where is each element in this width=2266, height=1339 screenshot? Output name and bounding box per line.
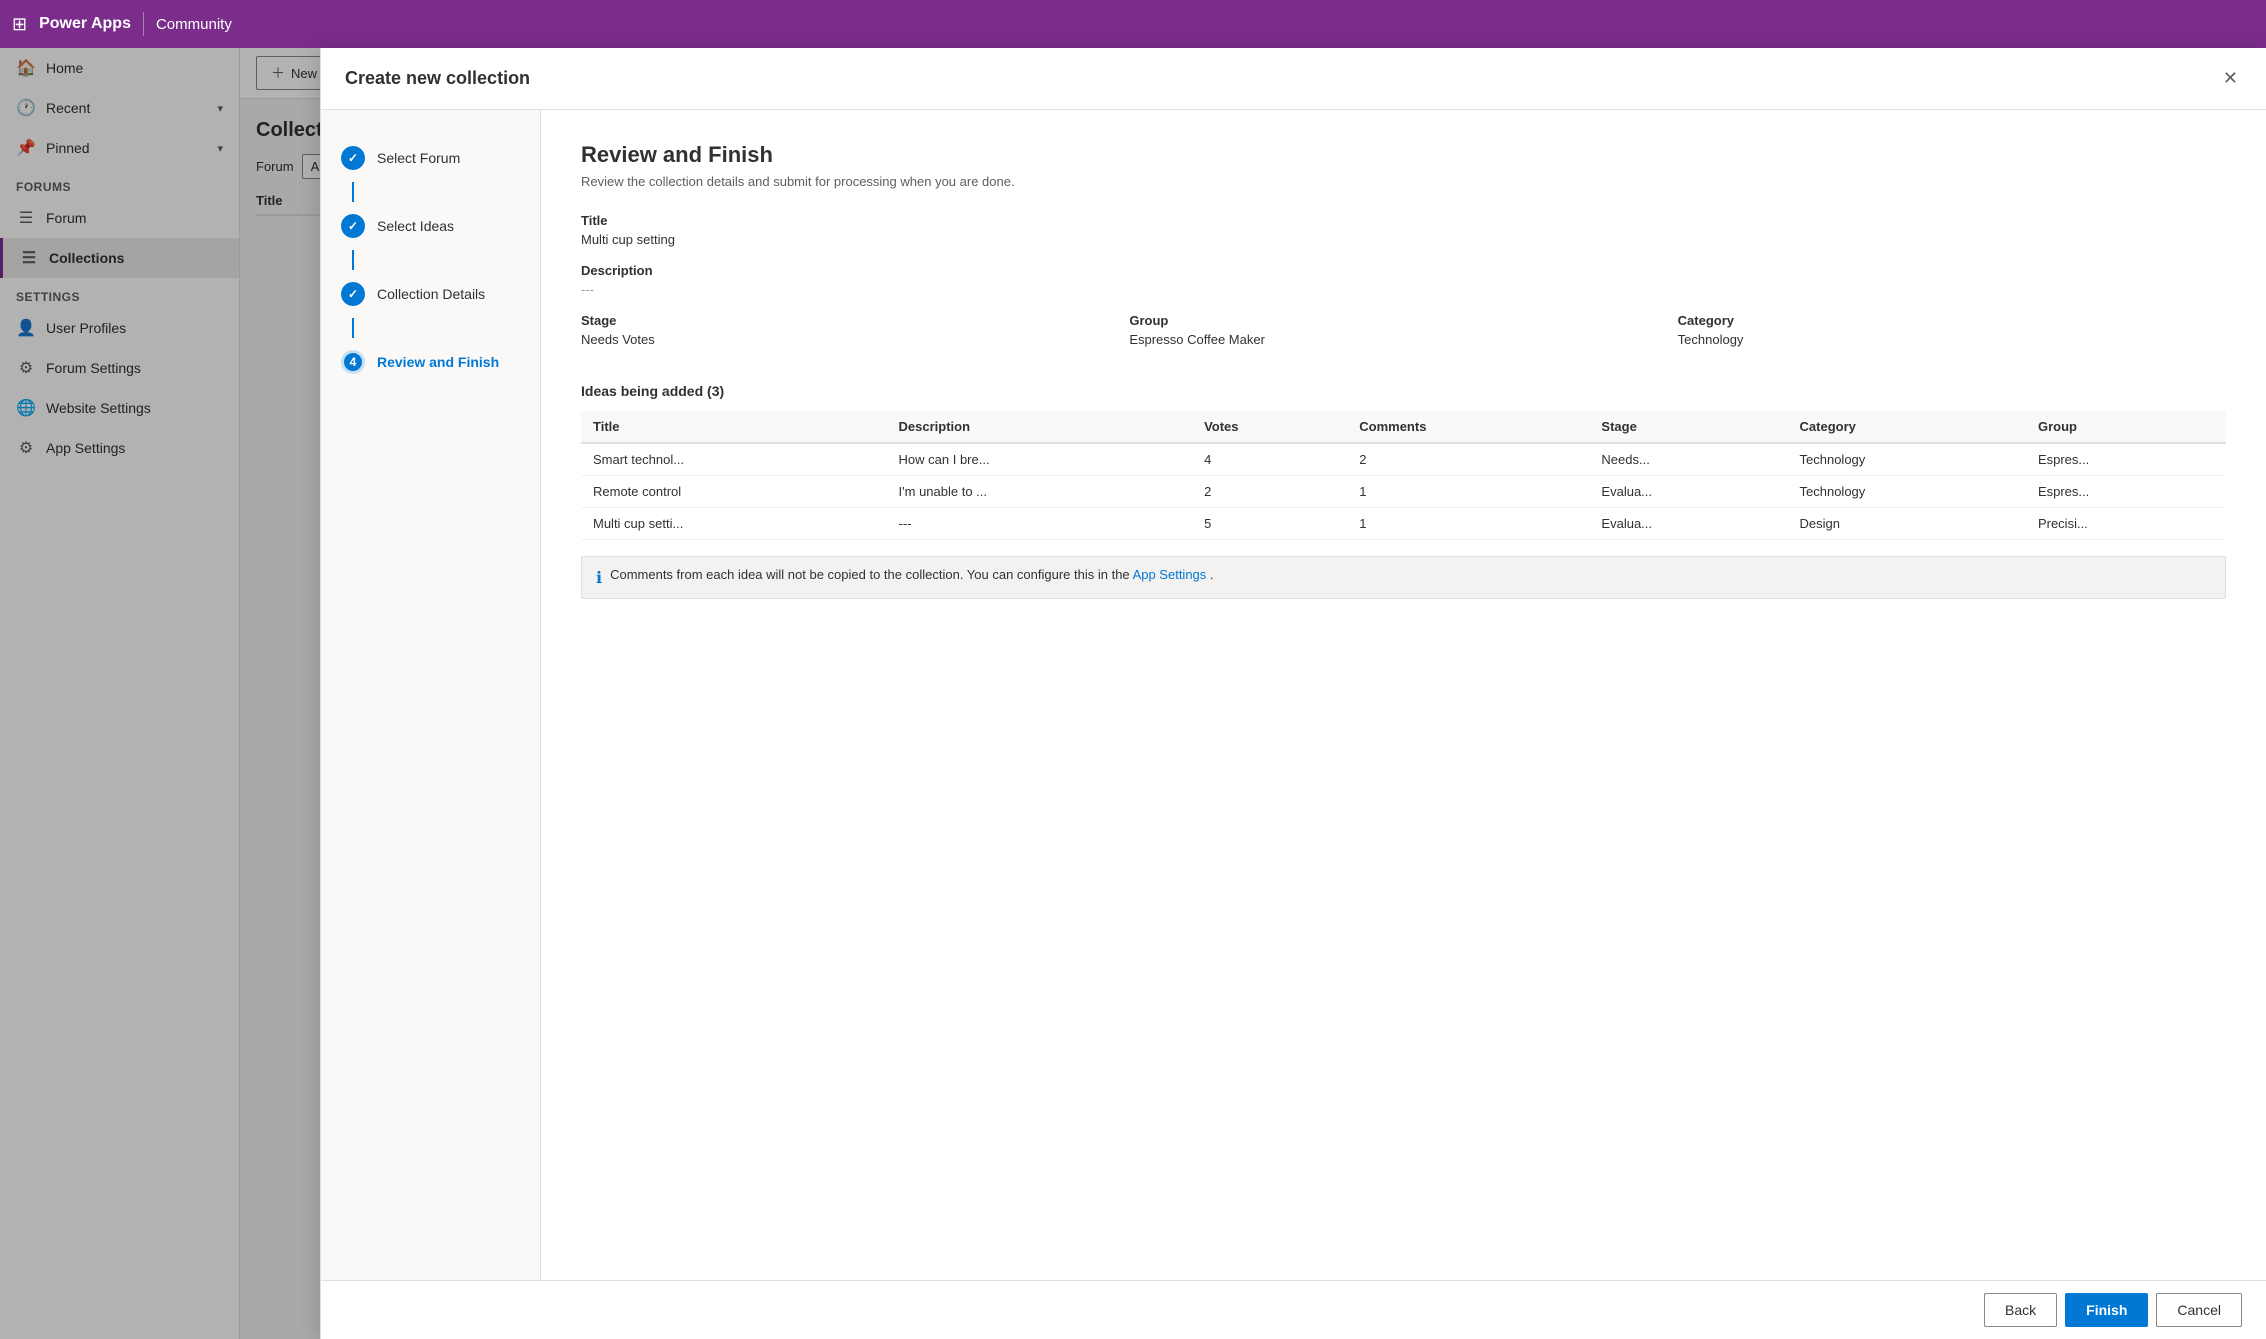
review-heading: Review and Finish xyxy=(581,142,2226,168)
table-cell: 5 xyxy=(1192,508,1347,540)
modal: Create new collection ✕ ✓ Select Forum ✓… xyxy=(320,48,2266,1339)
step-collection-details[interactable]: ✓ Collection Details xyxy=(321,270,540,318)
table-cell: Design xyxy=(1788,508,2026,540)
description-value: --- xyxy=(581,282,2226,297)
col-header-comments: Comments xyxy=(1347,411,1589,443)
category-value: Technology xyxy=(1678,332,2226,347)
title-label: Title xyxy=(581,213,2226,228)
modal-footer: Back Finish Cancel xyxy=(321,1280,2266,1339)
step-circle-3: ✓ xyxy=(341,282,365,306)
table-cell: Needs... xyxy=(1589,443,1787,476)
step-label-4: Review and Finish xyxy=(377,354,499,370)
meta-row: Stage Needs Votes Group Espresso Coffee … xyxy=(581,313,2226,363)
modal-overlay: Create new collection ✕ ✓ Select Forum ✓… xyxy=(0,48,2266,1339)
modal-title: Create new collection xyxy=(345,68,530,89)
col-header-description: Description xyxy=(887,411,1193,443)
table-cell: 2 xyxy=(1192,476,1347,508)
ideas-table: Title Description Votes Comments Stage C… xyxy=(581,411,2226,540)
category-label: Category xyxy=(1678,313,2226,328)
step-connector-1 xyxy=(352,182,354,202)
table-cell: Technology xyxy=(1788,443,2026,476)
category-col: Category Technology xyxy=(1678,313,2226,363)
step-select-forum[interactable]: ✓ Select Forum xyxy=(321,134,540,182)
step-review-finish[interactable]: 4 Review and Finish xyxy=(321,338,540,386)
info-icon: ℹ xyxy=(596,568,602,588)
step-connector-3 xyxy=(352,318,354,338)
grid-icon[interactable]: ⊞ xyxy=(12,14,27,35)
step-circle-1: ✓ xyxy=(341,146,365,170)
cancel-button[interactable]: Cancel xyxy=(2156,1293,2242,1327)
table-row: Smart technol...How can I bre...42Needs.… xyxy=(581,443,2226,476)
stage-label: Stage xyxy=(581,313,1129,328)
table-cell: 1 xyxy=(1347,476,1589,508)
info-banner: ℹ Comments from each idea will not be co… xyxy=(581,556,2226,599)
table-cell: Espres... xyxy=(2026,476,2226,508)
step-circle-2: ✓ xyxy=(341,214,365,238)
review-subtext: Review the collection details and submit… xyxy=(581,174,2226,189)
table-cell: 4 xyxy=(1192,443,1347,476)
step-label-3: Collection Details xyxy=(377,286,485,302)
table-cell: --- xyxy=(887,508,1193,540)
step-label-2: Select Ideas xyxy=(377,218,454,234)
stage-col: Stage Needs Votes xyxy=(581,313,1129,363)
app-settings-link[interactable]: App Settings xyxy=(1133,567,1207,582)
info-text: Comments from each idea will not be copi… xyxy=(610,567,1213,582)
review-panel: Review and Finish Review the collection … xyxy=(541,110,2266,1280)
table-row: Remote controlI'm unable to ...21Evalua.… xyxy=(581,476,2226,508)
table-row: Multi cup setti...---51Evalua...DesignPr… xyxy=(581,508,2226,540)
table-cell: Precisi... xyxy=(2026,508,2226,540)
ideas-section-title: Ideas being added (3) xyxy=(581,383,2226,399)
group-col: Group Espresso Coffee Maker xyxy=(1129,313,1677,363)
step-select-ideas[interactable]: ✓ Select Ideas xyxy=(321,202,540,250)
table-cell: How can I bre... xyxy=(887,443,1193,476)
stage-value: Needs Votes xyxy=(581,332,1129,347)
topbar-divider xyxy=(143,12,144,36)
table-cell: I'm unable to ... xyxy=(887,476,1193,508)
table-cell: Multi cup setti... xyxy=(581,508,887,540)
table-cell: Evalua... xyxy=(1589,508,1787,540)
steps-panel: ✓ Select Forum ✓ Select Ideas ✓ Collecti… xyxy=(321,110,541,1280)
finish-button[interactable]: Finish xyxy=(2065,1293,2148,1327)
table-cell: 2 xyxy=(1347,443,1589,476)
col-header-group: Group xyxy=(2026,411,2226,443)
step-label-1: Select Forum xyxy=(377,150,460,166)
close-button[interactable]: ✕ xyxy=(2219,64,2242,93)
app-logo: Power Apps xyxy=(39,15,131,33)
step-circle-4: 4 xyxy=(341,350,365,374)
modal-body: ✓ Select Forum ✓ Select Ideas ✓ Collecti… xyxy=(321,110,2266,1280)
app-name: Community xyxy=(156,16,232,33)
table-cell: Technology xyxy=(1788,476,2026,508)
group-value: Espresso Coffee Maker xyxy=(1129,332,1677,347)
col-header-stage: Stage xyxy=(1589,411,1787,443)
table-cell: Smart technol... xyxy=(581,443,887,476)
col-header-votes: Votes xyxy=(1192,411,1347,443)
table-cell: Espres... xyxy=(2026,443,2226,476)
description-label: Description xyxy=(581,263,2226,278)
col-header-title: Title xyxy=(581,411,887,443)
topbar: ⊞ Power Apps Community xyxy=(0,0,2266,48)
back-button[interactable]: Back xyxy=(1984,1293,2057,1327)
col-header-category: Category xyxy=(1788,411,2026,443)
title-value: Multi cup setting xyxy=(581,232,2226,247)
modal-header: Create new collection ✕ xyxy=(321,48,2266,110)
group-label: Group xyxy=(1129,313,1677,328)
table-cell: Evalua... xyxy=(1589,476,1787,508)
step-connector-2 xyxy=(352,250,354,270)
table-cell: 1 xyxy=(1347,508,1589,540)
table-cell: Remote control xyxy=(581,476,887,508)
